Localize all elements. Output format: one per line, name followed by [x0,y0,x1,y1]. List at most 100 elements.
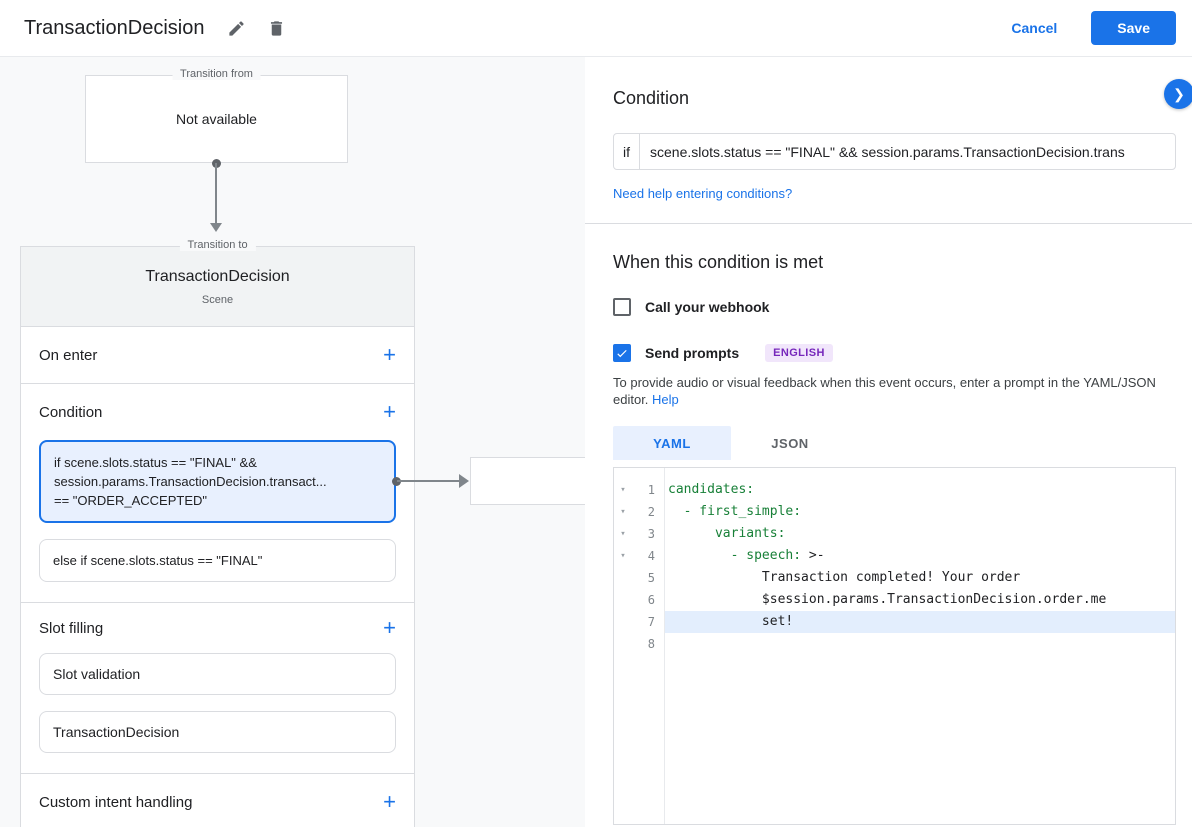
transition-from-label: Transition from [172,68,261,80]
webhook-checkbox[interactable] [613,298,631,316]
pencil-icon [227,19,246,38]
webhook-label[interactable]: Call your webhook [645,299,769,315]
line-number: 7 [632,611,664,633]
tab-yaml[interactable]: YAML [613,426,731,460]
code-line[interactable]: candidates: [664,479,1175,501]
send-prompts-checkbox[interactable] [613,344,631,362]
editor-tabs: YAML JSON [613,426,1176,460]
chevron-right-icon: ❯ [1173,86,1185,103]
editor-line: ▾1candidates: [614,479,1175,501]
code-line[interactable]: $session.params.TransactionDecision.orde… [664,589,1175,611]
code-token: variants: [715,526,785,541]
code-line[interactable]: - speech: >- [664,545,1175,567]
scene-node-header: TransactionDecision Scene [21,247,414,327]
editor-line: 6 $session.params.TransactionDecision.or… [614,589,1175,611]
condition-expression-row: if [613,133,1176,170]
topbar-actions: Cancel Save [1011,11,1176,45]
condition-met-heading: When this condition is met [613,252,1176,273]
code-line[interactable]: set! [664,611,1175,633]
condition-label: Condition [39,404,102,421]
section-condition: Condition + if scene.slots.status == "FI… [21,384,414,603]
editor-line: ▾2 - first_simple: [614,501,1175,523]
scene-name: TransactionDecision [21,268,414,286]
condition-line: == "ORDER_ACCEPTED" [54,491,381,510]
help-link[interactable]: Help [652,392,679,407]
condition-expression-input[interactable] [640,134,1175,169]
transition-target-node[interactable] [470,457,585,505]
code-token: - first_simple: [684,504,801,519]
slot-filling-label: Slot filling [39,620,103,637]
condition-line: if scene.slots.status == "FINAL" && [54,453,381,472]
condition-connector-arrowhead-icon [459,474,469,488]
code-line[interactable]: - first_simple: [664,501,1175,523]
collapse-panel-button[interactable]: ❯ [1164,79,1192,109]
conditions-help-link[interactable]: Need help entering conditions? [613,186,792,201]
code-token: >- [801,548,824,563]
top-bar: TransactionDecision Cancel Save [0,0,1192,57]
page-title: TransactionDecision [24,17,204,40]
slot-card-validation[interactable]: Slot validation [39,653,396,695]
send-prompts-label[interactable]: Send prompts [645,345,739,361]
section-head-condition: Condition + [21,384,414,440]
line-number: 8 [632,633,664,655]
editor-line: 5 Transaction completed! Your order [614,567,1175,589]
yaml-editor[interactable]: ▾1candidates:▾2 - first_simple:▾3 varian… [613,467,1176,825]
add-custom-intent-button[interactable]: + [383,793,396,811]
code-line[interactable]: Transaction completed! Your order [664,567,1175,589]
save-button[interactable]: Save [1091,11,1176,45]
transition-from-node: Transition from Not available [85,75,348,163]
code-token: set! [668,614,793,629]
editor-line: ▾4 - speech: >- [614,545,1175,567]
transition-from-value: Not available [176,111,257,127]
code-line[interactable]: variants: [664,523,1175,545]
fold-toggle-icon[interactable]: ▾ [614,523,632,545]
code-token: candidates: [668,482,754,497]
code-token [668,526,715,541]
scene-type: Scene [21,294,414,306]
add-slot-button[interactable]: + [383,619,396,637]
tab-json[interactable]: JSON [731,426,849,460]
delete-scene-button[interactable] [264,16,288,40]
custom-intent-label: Custom intent handling [39,794,192,811]
line-number: 3 [632,523,664,545]
connector-line [215,163,217,223]
section-head-slot-filling: Slot filling + [21,603,414,653]
condition-card-else[interactable]: else if scene.slots.status == "FINAL" [39,539,396,582]
section-head-on-enter: On enter + [21,327,414,383]
language-badge: ENGLISH [765,344,833,362]
fold-spacer [614,589,632,611]
trash-icon [267,19,286,38]
section-divider [585,223,1192,224]
add-on-enter-button[interactable]: + [383,346,396,364]
fold-toggle-icon[interactable]: ▾ [614,545,632,567]
editor-line: 7 set! [614,611,1175,633]
condition-line: session.params.TransactionDecision.trans… [54,472,381,491]
code-line[interactable] [664,633,1175,655]
webhook-row: Call your webhook [613,298,1176,316]
condition-detail-panel: Condition ❯ if Need help entering condit… [585,57,1192,827]
line-number: 5 [632,567,664,589]
fold-spacer [614,567,632,589]
code-token [668,548,731,563]
section-on-enter: On enter + [21,327,414,384]
app-root: TransactionDecision Cancel Save Transiti… [0,0,1192,827]
edit-title-button[interactable] [224,16,248,40]
send-prompts-row: Send prompts ENGLISH [613,344,1176,362]
condition-card-selected[interactable]: if scene.slots.status == "FINAL" && sess… [39,440,396,523]
transition-to-label: Transition to [179,239,255,251]
fold-spacer [614,633,632,655]
add-condition-button[interactable]: + [383,403,396,421]
code-token [668,504,684,519]
condition-connector-line [397,480,459,482]
check-icon [615,346,629,360]
fold-toggle-icon[interactable]: ▾ [614,479,632,501]
condition-line: else if scene.slots.status == "FINAL" [53,551,382,570]
yaml-editor-rows: ▾1candidates:▾2 - first_simple:▾3 varian… [614,479,1175,655]
prompts-description-text: To provide audio or visual feedback when… [613,375,1156,407]
scene-node-card: Transition to TransactionDecision Scene … [20,246,415,827]
slot-card-transaction-decision[interactable]: TransactionDecision [39,711,396,753]
cancel-button[interactable]: Cancel [1011,20,1057,36]
code-token: Transaction completed! Your order [668,570,1020,585]
fold-toggle-icon[interactable]: ▾ [614,501,632,523]
scene-graph-panel: Transition from Not available Transition… [0,57,585,827]
